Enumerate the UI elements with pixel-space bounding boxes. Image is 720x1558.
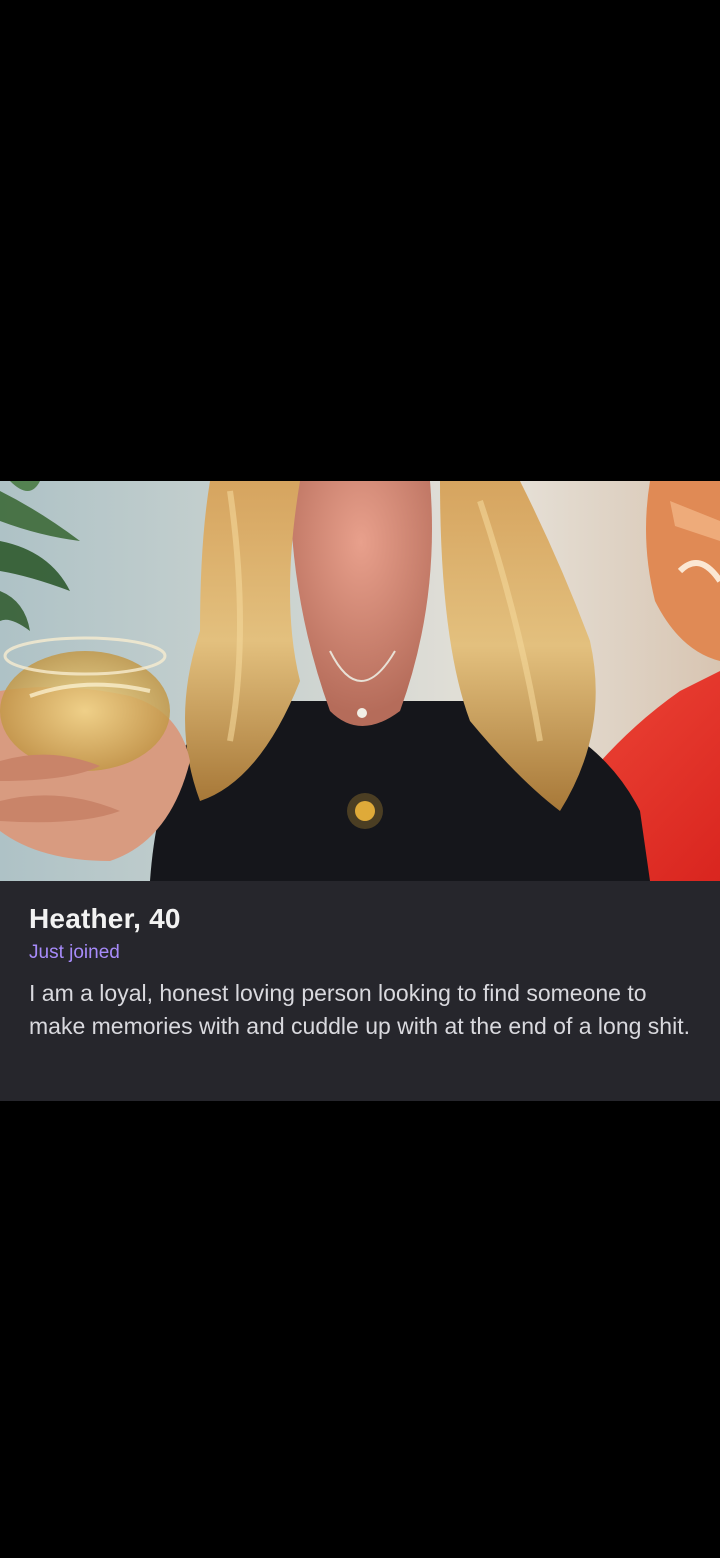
profile-info: Heather, 40 Just joined I am a loyal, ho…: [0, 881, 720, 1101]
profile-photo[interactable]: [0, 481, 720, 881]
profile-status: Just joined: [29, 942, 120, 963]
screen: Heather, 40 Just joined I am a loyal, ho…: [0, 0, 720, 1558]
profile-photo-illustration: [0, 481, 720, 881]
profile-name-age: Heather, 40: [29, 903, 181, 934]
profile-bio: I am a loyal, honest loving person looki…: [29, 980, 690, 1039]
profile-card[interactable]: Heather, 40 Just joined I am a loyal, ho…: [0, 481, 720, 1101]
